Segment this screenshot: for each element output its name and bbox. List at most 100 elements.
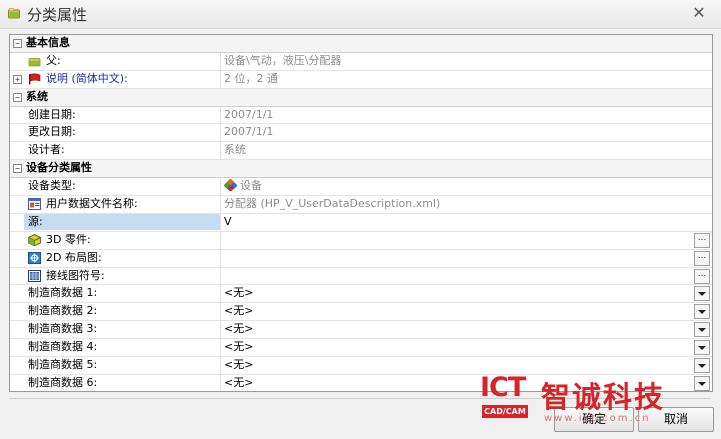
property-label: 3D 零件: xyxy=(46,232,91,246)
property-label: 创建日期: xyxy=(28,107,76,121)
expand-toggle[interactable]: + xyxy=(13,74,22,84)
property-value[interactable]: <无> xyxy=(224,375,253,391)
property-row[interactable]: 接线图符号:... xyxy=(10,267,712,286)
folder-icon xyxy=(28,55,41,67)
property-value-text: 设备\气动，液压\分配器 xyxy=(224,53,342,67)
chevron-down-icon[interactable] xyxy=(694,358,710,374)
column-divider xyxy=(220,231,221,249)
property-row[interactable]: 制造商数据 3: <无> xyxy=(10,321,712,340)
flag-icon xyxy=(28,73,41,85)
property-row[interactable]: 更改日期: 2007/1/1 xyxy=(10,124,712,143)
browse-button[interactable]: ... xyxy=(694,250,710,266)
column-divider xyxy=(220,52,221,70)
property-value-text: <无> xyxy=(224,340,254,354)
property-label: 用户数据文件名称: xyxy=(46,197,138,211)
browse-button[interactable]: ... xyxy=(694,232,710,248)
window-title: 分类属性 xyxy=(27,6,88,24)
property-label: 说明 (简体中文): xyxy=(46,71,128,85)
property-row[interactable]: 父: 设备\气动，液压\分配器 xyxy=(10,52,712,71)
collapse-toggle[interactable]: − xyxy=(13,164,22,174)
property-label: 制造商数据 1: xyxy=(28,286,98,300)
property-value: 2007/1/1 xyxy=(224,107,273,123)
category-label: 设备分类属性 xyxy=(26,161,92,175)
property-label: 设计者: xyxy=(28,143,65,157)
property-row[interactable]: 2D 布局图:... xyxy=(10,249,712,268)
property-row[interactable]: 制造商数据 6: <无> xyxy=(10,374,712,391)
property-value[interactable]: V xyxy=(224,214,232,230)
property-grid: − 基本信息 父: 设备\气动，液压\分配器 + 说明 (简体中文): 2 位，2 通 − 系统… xyxy=(9,34,713,392)
property-label: 更改日期: xyxy=(28,125,76,139)
category-row[interactable]: − 设备分类属性 xyxy=(10,160,712,179)
3d-part-icon xyxy=(28,233,41,246)
column-divider xyxy=(220,213,221,231)
watermark-tag: CAD/CAM xyxy=(482,405,528,418)
property-label: 2D 布局图: xyxy=(46,250,102,264)
property-value: 分配器 (HP_V_UserDataDescription.xml) xyxy=(224,196,440,212)
column-divider xyxy=(220,178,221,196)
property-row[interactable]: 创建日期: 2007/1/1 xyxy=(10,106,712,125)
wiring-symbol-icon xyxy=(28,269,41,282)
property-row[interactable]: 源: V xyxy=(10,213,712,232)
property-row[interactable]: 用户数据文件名称: 分配器 (HP_V_UserDataDescription.x… xyxy=(10,196,712,214)
close-icon[interactable]: ✕ xyxy=(691,5,707,21)
property-row[interactable]: + 说明 (简体中文): 2 位，2 通 xyxy=(10,70,712,89)
property-value[interactable]: <无> xyxy=(224,303,253,319)
collapse-toggle[interactable]: − xyxy=(13,39,22,48)
column-divider xyxy=(220,267,221,285)
property-row[interactable]: 设备类型: 设备 xyxy=(10,178,712,197)
category-label: 系统 xyxy=(26,89,48,103)
property-value-text: 2007/1/1 xyxy=(224,125,274,139)
property-label: 制造商数据 2: xyxy=(28,304,98,318)
column-divider xyxy=(220,285,221,303)
property-value-text: <无> xyxy=(224,375,254,389)
property-value: 设备 xyxy=(223,178,262,194)
folder-icon xyxy=(8,8,20,19)
chevron-down-icon[interactable] xyxy=(694,322,710,338)
category-label: 基本信息 xyxy=(26,36,70,49)
property-value-text: 分配器 (HP_V_UserDataDescription.xml) xyxy=(224,197,441,211)
property-value-text: 2007/1/1 xyxy=(224,107,274,121)
browse-button[interactable]: ... xyxy=(694,268,710,284)
property-row[interactable]: 制造商数据 4: <无> xyxy=(10,339,712,358)
property-value[interactable]: <无> xyxy=(224,339,253,355)
collapse-toggle[interactable]: − xyxy=(13,92,22,102)
column-divider xyxy=(220,321,221,339)
footer-divider xyxy=(9,398,711,399)
property-value[interactable]: <无> xyxy=(224,285,253,301)
chevron-down-icon[interactable] xyxy=(694,304,710,320)
chevron-down-icon[interactable] xyxy=(694,286,710,302)
title-bar: 分类属性 ✕ xyxy=(0,0,721,29)
property-label: 制造商数据 4: xyxy=(28,340,98,354)
property-label: 接线图符号: xyxy=(46,268,105,282)
property-label: 制造商数据 5: xyxy=(28,358,98,372)
property-label: 制造商数据 3: xyxy=(28,322,98,336)
property-value-text: 系统 xyxy=(224,143,246,157)
property-value-text: V xyxy=(224,214,232,228)
property-row[interactable]: 制造商数据 5: <无> xyxy=(10,357,712,375)
cancel-button[interactable]: 取消 xyxy=(638,407,714,432)
column-divider xyxy=(220,70,221,88)
property-row[interactable]: 制造商数据 2: <无> xyxy=(10,303,712,322)
property-value: 2 位，2 通 xyxy=(224,71,278,87)
property-row[interactable]: 设计者: 系统 xyxy=(10,142,712,161)
property-value-text: <无> xyxy=(224,304,254,318)
property-row[interactable]: 制造商数据 1: <无> xyxy=(10,285,712,304)
chevron-down-icon[interactable] xyxy=(694,375,710,391)
column-divider xyxy=(220,142,221,160)
selection-highlight xyxy=(24,213,220,230)
property-row[interactable]: 3D 零件:... xyxy=(10,231,712,250)
property-label: 设备类型: xyxy=(28,179,76,193)
column-divider xyxy=(220,249,221,267)
column-divider xyxy=(220,106,221,124)
category-row[interactable]: − 基本信息 xyxy=(10,35,712,53)
2d-layout-icon xyxy=(28,251,41,264)
ok-button[interactable]: 确定 xyxy=(554,407,634,432)
property-value[interactable]: <无> xyxy=(224,321,253,337)
property-label: 源: xyxy=(28,214,43,228)
property-value[interactable]: <无> xyxy=(224,357,253,373)
property-value-text: 设备 xyxy=(240,179,262,193)
property-value-text: <无> xyxy=(224,358,254,372)
category-row[interactable]: − 系统 xyxy=(10,88,712,107)
property-value: 2007/1/1 xyxy=(224,124,273,140)
chevron-down-icon[interactable] xyxy=(694,340,710,356)
